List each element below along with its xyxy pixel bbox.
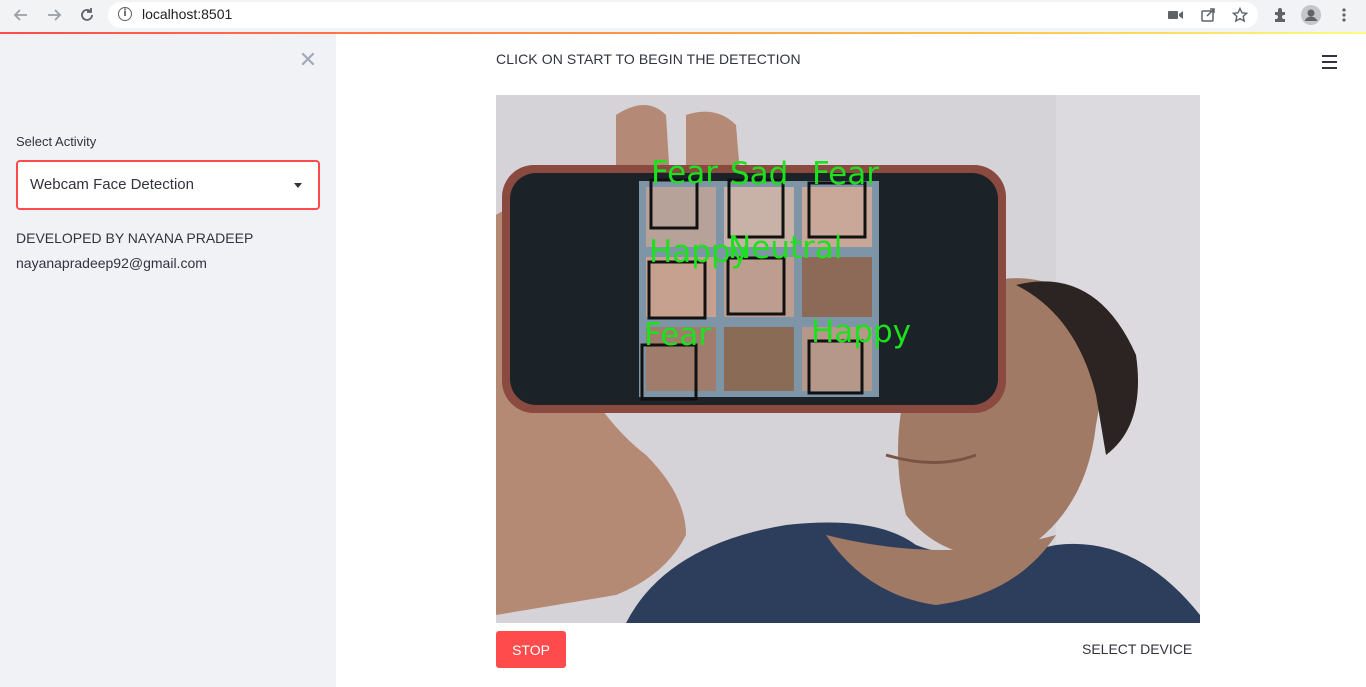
page-heading: CLICK ON START TO BEGIN THE DETECTION <box>496 51 801 67</box>
face-thumbnails <box>646 187 872 391</box>
back-arrow-icon[interactable] <box>10 4 32 26</box>
browser-menu-icon[interactable] <box>1334 5 1354 25</box>
site-info-icon[interactable]: i <box>118 7 132 21</box>
address-bar[interactable] <box>108 2 1258 28</box>
chevron-down-icon[interactable] <box>294 183 302 188</box>
webcam-video-feed: Fear Sad Fear Happy Neutral Fear Happy <box>496 95 1200 623</box>
hamburger-menu-icon[interactable] <box>1322 55 1337 69</box>
sidebar: ✕ Select Activity Webcam Face Detection … <box>0 34 336 687</box>
share-icon[interactable] <box>1198 5 1218 25</box>
browser-toolbar: i localhost:8501 <box>0 0 1366 32</box>
detection-label: Fear <box>644 317 711 353</box>
close-sidebar-icon[interactable]: ✕ <box>298 49 318 71</box>
reload-icon[interactable] <box>76 4 98 26</box>
forward-arrow-icon[interactable] <box>43 4 65 26</box>
profile-avatar-icon[interactable] <box>1301 5 1321 25</box>
detection-label: Neutral <box>728 230 842 266</box>
developer-email: nayanapradeep92@gmail.com <box>16 255 207 271</box>
select-activity-label: Select Activity <box>16 134 97 149</box>
extensions-icon[interactable] <box>1270 5 1290 25</box>
select-device-button[interactable]: SELECT DEVICE <box>1082 641 1192 657</box>
detection-label: Happy <box>811 314 911 350</box>
stop-button[interactable]: STOP <box>496 631 566 668</box>
detection-label: Sad <box>730 156 788 192</box>
activity-select-value: Webcam Face Detection <box>30 176 194 193</box>
detection-label: Fear <box>651 155 718 191</box>
developer-credit: DEVELOPED BY NAYANA PRADEEP <box>16 230 254 246</box>
activity-select[interactable]: Webcam Face Detection <box>16 160 320 210</box>
bookmark-star-icon[interactable] <box>1230 5 1250 25</box>
camera-icon[interactable] <box>1166 5 1186 25</box>
url-text: localhost:8501 <box>142 6 233 22</box>
detection-label: Fear <box>812 156 879 192</box>
